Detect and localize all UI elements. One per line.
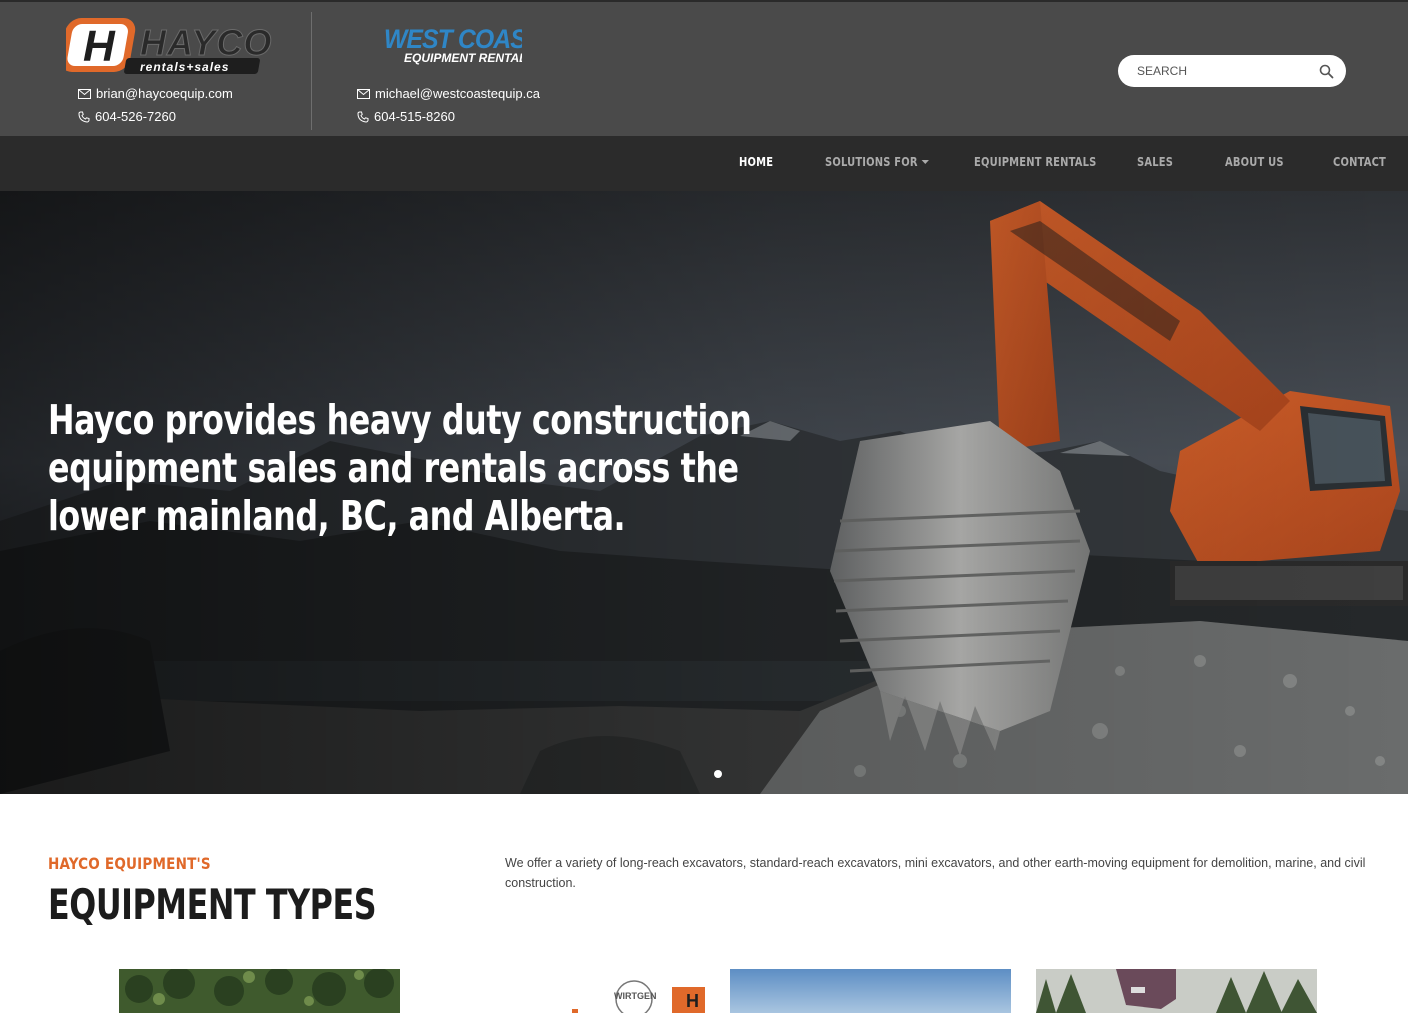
envelope-icon xyxy=(357,88,370,99)
header-divider xyxy=(311,12,312,130)
nav-about-us[interactable]: ABOUT US xyxy=(1225,155,1284,169)
nav-solutions-for[interactable]: SOLUTIONS FOR xyxy=(825,155,929,169)
equipment-card-demolition[interactable] xyxy=(1036,969,1317,1013)
caret-down-icon xyxy=(921,160,929,164)
westcoast-email-row[interactable]: michael@westcoastequip.ca xyxy=(357,82,540,105)
hero-headline-line-1: Hayco provides heavy duty construction xyxy=(48,396,752,444)
nav-equipment-rentals[interactable]: EQUIPMENT RENTALS xyxy=(974,155,1096,169)
equipment-card-forest[interactable] xyxy=(119,969,400,1013)
hayco-logo[interactable]: H HAYCO rentals+sales xyxy=(60,15,280,77)
west-coast-logo[interactable]: WEST COAST EQUIPMENT RENTALS xyxy=(382,24,544,68)
hero-headline-line-3: lower mainland, BC, and Alberta. xyxy=(48,492,626,540)
westcoast-email[interactable]: michael@westcoastequip.ca xyxy=(375,82,540,105)
site-header: H HAYCO rentals+sales WEST COAST EQUIPME… xyxy=(0,0,1408,136)
nav-contact[interactable]: CONTACT xyxy=(1333,155,1386,169)
hero-headline: Hayco provides heavy duty construction e… xyxy=(48,396,752,540)
section-title: EQUIPMENT TYPES xyxy=(48,880,377,929)
phone-icon xyxy=(78,111,90,123)
search-input[interactable] xyxy=(1137,64,1319,78)
svg-text:rentals+sales: rentals+sales xyxy=(140,60,229,74)
westcoast-phone-row[interactable]: 604-515-8260 xyxy=(357,105,540,128)
section-intro: We offer a variety of long-reach excavat… xyxy=(505,856,1366,890)
svg-text:H: H xyxy=(83,22,116,71)
svg-text:EQUIPMENT RENTALS: EQUIPMENT RENTALS xyxy=(404,51,522,65)
equipment-thumbnail xyxy=(119,969,400,1013)
hayco-contact: brian@haycoequip.com 604-526-7260 xyxy=(78,82,233,128)
phone-icon xyxy=(357,111,369,123)
hayco-email[interactable]: brian@haycoequip.com xyxy=(96,82,233,105)
equipment-card-sky[interactable] xyxy=(730,969,1011,1013)
svg-text:H: H xyxy=(686,991,699,1011)
search-box xyxy=(1118,55,1346,87)
main-nav: HOME SOLUTIONS FOR EQUIPMENT RENTALS SAL… xyxy=(0,136,1408,191)
svg-text:WEST COAST: WEST COAST xyxy=(384,25,522,54)
hayco-email-row[interactable]: brian@haycoequip.com xyxy=(78,82,233,105)
nav-solutions-label: SOLUTIONS FOR xyxy=(825,155,918,169)
nav-home[interactable]: HOME xyxy=(739,155,773,169)
westcoast-phone[interactable]: 604-515-8260 xyxy=(374,105,455,128)
hero-slider: Hayco provides heavy duty construction e… xyxy=(0,191,1408,794)
hayco-phone-row[interactable]: 604-526-7260 xyxy=(78,105,233,128)
equipment-thumbnail xyxy=(1036,969,1317,1013)
slider-dot-1[interactable] xyxy=(714,770,722,778)
equipment-card-wirtgen[interactable]: WIRTGEN H xyxy=(424,969,705,1013)
section-eyebrow: HAYCO EQUIPMENT'S xyxy=(48,854,211,873)
svg-text:HAYCO: HAYCO xyxy=(140,22,272,63)
equipment-thumbnail: WIRTGEN H xyxy=(424,969,705,1013)
equipment-thumbnail xyxy=(730,969,1011,1013)
westcoast-contact: michael@westcoastequip.ca 604-515-8260 xyxy=(357,82,540,128)
wirtgen-logo-text: WIRTGEN xyxy=(614,991,657,1001)
nav-sales[interactable]: SALES xyxy=(1137,155,1173,169)
envelope-icon xyxy=(78,88,91,99)
hayco-phone[interactable]: 604-526-7260 xyxy=(95,105,176,128)
search-icon[interactable] xyxy=(1319,64,1334,79)
hero-headline-line-2: equipment sales and rentals across the xyxy=(48,444,739,492)
